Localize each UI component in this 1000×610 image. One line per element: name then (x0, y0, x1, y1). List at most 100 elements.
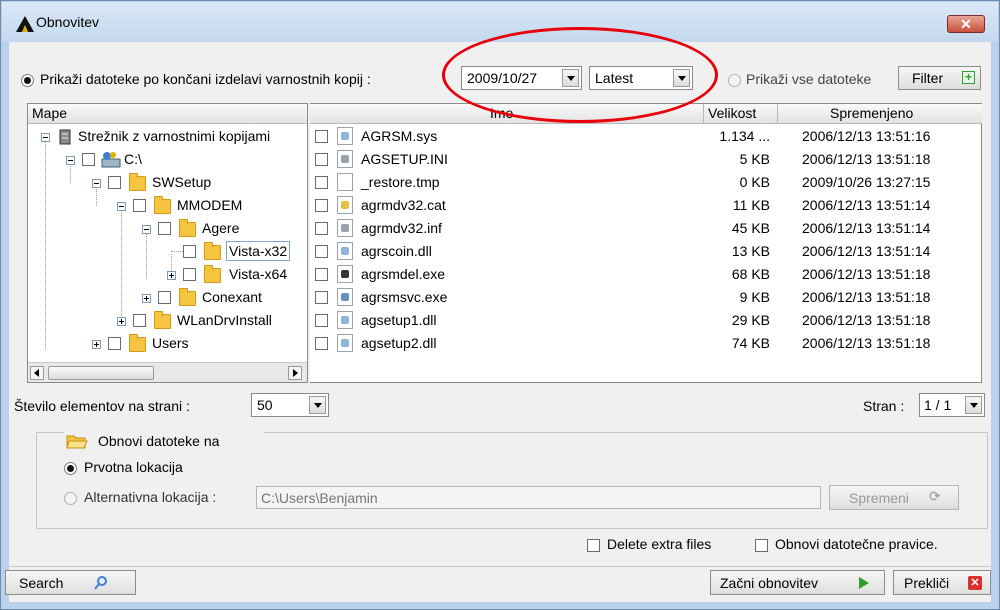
file-row[interactable]: _restore.tmp 0 KB 2009/10/26 13:27:15 (310, 171, 982, 194)
file-row[interactable]: agsetup1.dll 29 KB 2006/12/13 13:51:18 (310, 309, 982, 332)
tree-checkbox[interactable] (183, 268, 196, 281)
tree-checkbox[interactable] (158, 291, 171, 304)
file-name: agsetup2.dll (361, 335, 437, 351)
tree-checkbox[interactable] (108, 337, 121, 350)
restore-permissions-label: Obnovi datotečne pravice. (775, 536, 938, 552)
expand-icon[interactable] (117, 317, 126, 326)
tree-item-users[interactable]: Users (28, 332, 307, 355)
show-all-files-radio[interactable] (728, 74, 741, 87)
file-name: agsetup1.dll (361, 312, 437, 328)
collapse-icon[interactable] (66, 156, 75, 165)
version-dropdown[interactable]: Latest (589, 66, 693, 90)
file-checkbox[interactable] (315, 245, 328, 258)
file-modified: 2006/12/13 13:51:14 (802, 243, 931, 259)
close-button[interactable]: ✕ (947, 15, 985, 33)
tree-item-agere[interactable]: Agere (28, 217, 307, 240)
file-row[interactable]: agrsmsvc.exe 9 KB 2006/12/13 13:51:18 (310, 286, 982, 309)
file-row[interactable]: agrmdv32.cat 11 KB 2006/12/13 13:51:14 (310, 194, 982, 217)
search-button[interactable]: Search (5, 570, 136, 595)
collapse-icon[interactable] (142, 225, 151, 234)
folder-icon (204, 265, 221, 283)
file-checkbox[interactable] (315, 176, 328, 189)
collapse-icon[interactable] (41, 133, 50, 142)
tree-item-backup-server[interactable]: Strežnik z varnostnimi kopijami (28, 125, 307, 148)
tree-checkbox[interactable] (133, 314, 146, 327)
filter-button[interactable]: Filter + (898, 66, 981, 90)
change-location-button[interactable]: Spremeni ⟳ (829, 485, 959, 510)
file-size: 9 KB (739, 289, 770, 305)
tree-item-c-drive[interactable]: C:\ (28, 148, 307, 171)
file-checkbox[interactable] (315, 268, 328, 281)
alternative-path-input[interactable] (256, 486, 821, 509)
original-location-label: Prvotna lokacija (84, 459, 183, 475)
scroll-left-button[interactable] (30, 366, 44, 380)
title-bar: Obnovitev ✕ (2, 2, 998, 42)
chevron-down-icon[interactable] (309, 396, 326, 414)
file-size: 29 KB (731, 312, 770, 328)
chevron-down-icon[interactable] (965, 396, 982, 414)
file-checkbox[interactable] (315, 337, 328, 350)
column-header-name[interactable]: Ime (310, 104, 704, 124)
collapse-icon[interactable] (92, 179, 101, 188)
tree-item-mmodem[interactable]: MMODEM (28, 194, 307, 217)
original-location-radio[interactable] (64, 462, 77, 475)
file-modified: 2006/12/13 13:51:18 (802, 289, 931, 305)
file-name: agrsmdel.exe (361, 266, 446, 282)
file-checkbox[interactable] (315, 314, 328, 327)
file-list: Ime Velikost Spremenjeno AGRSM.sys 1.134 … (310, 103, 982, 383)
column-header-modified[interactable]: Spremenjeno (778, 104, 982, 124)
group-title-label: Obnovi datoteke na (98, 433, 220, 449)
cancel-button[interactable]: Prekliči ✕ (893, 570, 991, 595)
tree-item-wlandrvinstall[interactable]: WLanDrvInstall (28, 309, 307, 332)
file-name: AGRSM.sys (361, 128, 438, 144)
chevron-down-icon[interactable] (673, 69, 690, 87)
column-header-size[interactable]: Velikost (704, 104, 778, 124)
tree-header[interactable]: Mape (28, 104, 307, 124)
scroll-right-button[interactable] (288, 366, 302, 380)
tree-checkbox[interactable] (133, 199, 146, 212)
file-row[interactable]: AGRSM.sys 1.134 ... 2006/12/13 13:51:16 (310, 125, 982, 148)
chevron-down-icon[interactable] (562, 69, 579, 87)
folder-icon (129, 334, 146, 352)
expand-icon[interactable] (167, 271, 176, 280)
tree-item-vista-x64[interactable]: Vista-x64 (28, 263, 307, 286)
close-icon: ✕ (968, 576, 982, 590)
scroll-thumb[interactable] (48, 366, 154, 380)
show-after-backup-label: Prikaži datoteke po končani izdelavi var… (40, 71, 371, 87)
tree-checkbox[interactable] (108, 176, 121, 189)
file-checkbox[interactable] (315, 199, 328, 212)
items-per-page-dropdown[interactable]: 50 (251, 393, 329, 417)
file-checkbox[interactable] (315, 130, 328, 143)
collapse-icon[interactable] (117, 202, 126, 211)
tree-horizontal-scrollbar[interactable] (28, 362, 307, 382)
backup-date-dropdown[interactable]: 2009/10/27 (461, 66, 582, 90)
folder-icon (154, 311, 171, 329)
tree-checkbox[interactable] (158, 222, 171, 235)
app-logo-icon (16, 16, 34, 32)
tree-item-conexant[interactable]: Conexant (28, 286, 307, 309)
file-checkbox[interactable] (315, 153, 328, 166)
delete-extra-files-checkbox[interactable] (587, 539, 600, 552)
tree-item-label: Users (152, 335, 189, 351)
tree-checkbox[interactable] (82, 153, 95, 166)
tree-item-vista-x32[interactable]: Vista-x32 (28, 240, 307, 263)
file-row[interactable]: agrmdv32.inf 45 KB 2006/12/13 13:51:14 (310, 217, 982, 240)
file-modified: 2006/12/13 13:51:14 (802, 220, 931, 236)
restore-permissions-checkbox[interactable] (755, 539, 768, 552)
file-row[interactable]: AGSETUP.INI 5 KB 2006/12/13 13:51:18 (310, 148, 982, 171)
tree-item-label: Vista-x32 (226, 241, 291, 261)
start-restore-button[interactable]: Začni obnovitev (710, 570, 885, 595)
expand-icon[interactable] (92, 340, 101, 349)
file-row[interactable]: agsetup2.dll 74 KB 2006/12/13 13:51:18 (310, 332, 982, 355)
exe-window-icon (337, 288, 353, 306)
file-row[interactable]: agrscoin.dll 13 KB 2006/12/13 13:51:14 (310, 240, 982, 263)
expand-icon[interactable] (142, 294, 151, 303)
show-after-backup-radio[interactable] (21, 74, 34, 87)
page-dropdown[interactable]: 1 / 1 (919, 393, 985, 417)
tree-checkbox[interactable] (183, 245, 196, 258)
tree-item-swsetup[interactable]: SWSetup (28, 171, 307, 194)
alternative-location-radio[interactable] (64, 492, 77, 505)
file-row[interactable]: agrsmdel.exe 68 KB 2006/12/13 13:51:18 (310, 263, 982, 286)
file-checkbox[interactable] (315, 222, 328, 235)
file-checkbox[interactable] (315, 291, 328, 304)
